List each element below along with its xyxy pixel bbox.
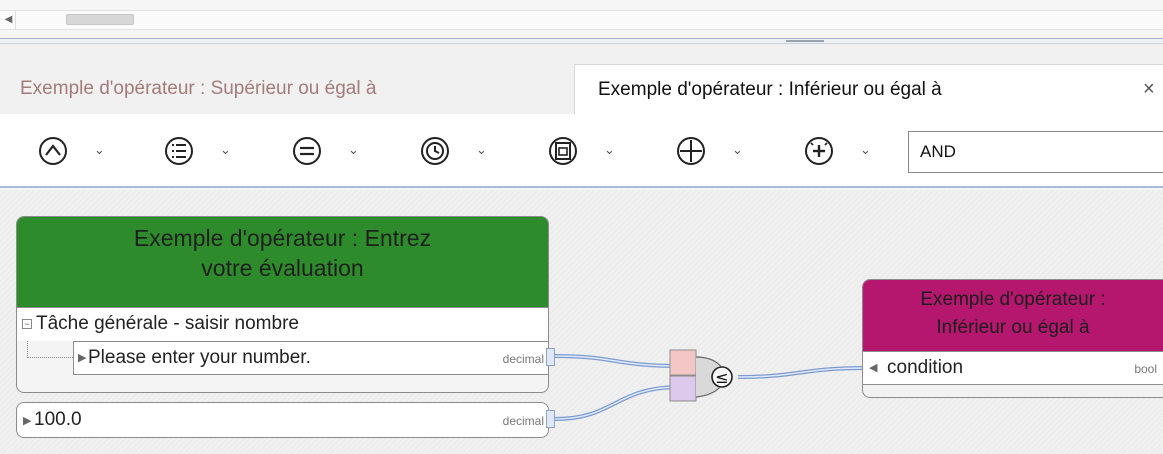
chevron-down-icon[interactable]: ⌄ bbox=[732, 142, 743, 158]
tab-inferieur-ou-egal[interactable]: Exemple d'opérateur : Inférieur ou égal … bbox=[574, 64, 1163, 114]
constant-type-label: decimal bbox=[502, 414, 544, 428]
splitter-grip[interactable] bbox=[786, 40, 824, 42]
clock-icon[interactable] bbox=[418, 134, 452, 168]
tree-connector bbox=[27, 341, 73, 358]
document-icon[interactable] bbox=[546, 134, 580, 168]
logic-caret-icon[interactable] bbox=[36, 134, 70, 168]
output-port[interactable] bbox=[546, 410, 555, 428]
tab-superieur-ou-egal[interactable]: Exemple d'opérateur : Supérieur ou égal … bbox=[20, 64, 376, 114]
equals-icon[interactable] bbox=[290, 134, 324, 168]
task-block[interactable]: Exemple d'opérateur : Entrez votre évalu… bbox=[16, 216, 549, 393]
chevron-down-icon[interactable]: ⌄ bbox=[476, 142, 487, 158]
chevron-down-icon[interactable]: ⌄ bbox=[94, 142, 105, 158]
field-label: Please enter your number. bbox=[88, 347, 311, 368]
scrollbar-thumb[interactable] bbox=[66, 14, 134, 25]
scroll-left-arrow-icon[interactable]: ◀ bbox=[2, 11, 16, 29]
field-type-label: decimal bbox=[502, 352, 544, 366]
task-block-title-line2: votre évaluation bbox=[201, 255, 364, 281]
condition-type-label: bool bbox=[1134, 362, 1157, 376]
output-port[interactable] bbox=[546, 348, 555, 366]
expand-arrow-icon[interactable]: ▶ bbox=[78, 351, 86, 364]
condition-label: condition bbox=[887, 357, 964, 378]
chevron-down-icon[interactable]: ⌄ bbox=[220, 142, 231, 158]
task-block-title-line1: Exemple d'opérateur : Entrez bbox=[133, 225, 432, 251]
operator-input[interactable]: AND bbox=[908, 131, 1163, 173]
constant-value[interactable]: ▶ 100.0 decimal bbox=[16, 402, 549, 438]
less-or-equal-operator[interactable]: ≤ bbox=[668, 349, 744, 405]
close-tab-icon[interactable]: × bbox=[1143, 64, 1155, 114]
task-row[interactable]: − Tâche générale - saisir nombre bbox=[17, 307, 548, 341]
condition-input[interactable]: ◀ condition bool bbox=[863, 351, 1163, 385]
operator-symbol: ≤ bbox=[715, 368, 728, 387]
task-label: Tâche générale - saisir nombre bbox=[36, 313, 299, 334]
chevron-down-icon[interactable]: ⌄ bbox=[604, 142, 615, 158]
input-arrow-icon[interactable]: ◀ bbox=[869, 361, 877, 374]
result-block-title-line2: Inférieur ou égal à bbox=[936, 317, 1090, 338]
result-block[interactable]: Exemple d'opérateur : Inférieur ou égal … bbox=[862, 279, 1163, 398]
result-block-title-line1: Exemple d'opérateur : bbox=[920, 289, 1106, 310]
collapse-icon[interactable]: − bbox=[22, 319, 32, 329]
result-block-header: Exemple d'opérateur : Inférieur ou égal … bbox=[863, 280, 1163, 351]
constant-value-text: 100.0 bbox=[34, 409, 82, 430]
task-block-header: Exemple d'opérateur : Entrez votre évalu… bbox=[17, 217, 548, 307]
chevron-down-icon[interactable]: ⌄ bbox=[860, 142, 871, 158]
plus-sparkle-icon[interactable] bbox=[802, 134, 836, 168]
chevron-down-icon[interactable]: ⌄ bbox=[348, 142, 359, 158]
tab-bar: Exemple d'opérateur : Supérieur ou égal … bbox=[0, 44, 1163, 114]
number-field-output[interactable]: ▶ Please enter your number. decimal bbox=[73, 341, 548, 375]
plus-icon[interactable] bbox=[674, 134, 708, 168]
list-icon[interactable] bbox=[162, 134, 196, 168]
horizontal-scrollbar[interactable]: ◀ bbox=[0, 0, 1163, 38]
scrollbar-track[interactable] bbox=[0, 10, 1163, 30]
expand-arrow-icon[interactable]: ▶ bbox=[23, 414, 31, 427]
